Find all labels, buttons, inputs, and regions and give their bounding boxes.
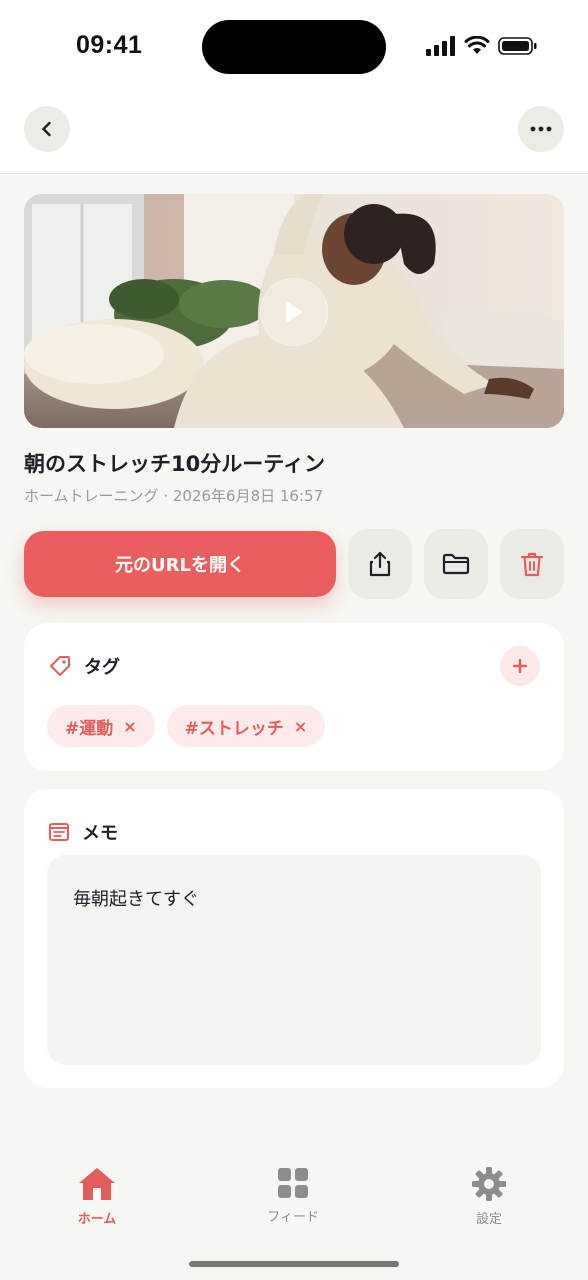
status-icons [426, 36, 538, 56]
memo-header: メモ [48, 819, 118, 845]
item-title: 朝のストレッチ10分ルーティン [24, 452, 325, 476]
tab-feed[interactable]: フィード [233, 1166, 353, 1225]
tags-card: タグ #運動 × #ストレッチ × [24, 623, 564, 771]
status-time: 09:41 [76, 31, 143, 59]
grid-icon [278, 1168, 308, 1198]
remove-tag-icon[interactable]: × [294, 717, 307, 736]
wifi-icon [464, 36, 490, 54]
battery-icon [498, 37, 537, 55]
add-tag-button[interactable] [500, 646, 540, 686]
navigation-bar [0, 94, 588, 174]
dynamic-island [202, 20, 386, 74]
item-detail-screen: 09:41 朝のストレッチ10分ルーティン ホームトレーニング · 2026年6… [0, 0, 588, 1280]
ellipsis-icon [530, 126, 552, 132]
tag-chip-list: #運動 × #ストレッチ × [47, 705, 326, 747]
tags-title: タグ [84, 657, 120, 678]
memo-text: 毎朝起きてすぐ [73, 889, 199, 910]
open-url-button[interactable]: 元のURLを開く [24, 531, 336, 597]
folder-icon [442, 553, 470, 575]
tag-chip[interactable]: #運動 × [47, 705, 155, 747]
memo-icon [49, 823, 69, 841]
tab-settings[interactable]: 設定 [429, 1166, 549, 1227]
tags-header: タグ [48, 653, 120, 679]
tab-home[interactable]: ホーム [37, 1166, 157, 1227]
tag-icon [50, 656, 70, 676]
plus-icon [512, 658, 528, 674]
item-meta: ホームトレーニング · 2026年6月8日 16:57 [24, 487, 324, 505]
memo-title: メモ [82, 823, 118, 844]
back-button[interactable] [24, 106, 70, 152]
home-indicator [189, 1261, 399, 1267]
tab-home-label: ホーム [77, 1212, 117, 1227]
gear-icon [472, 1167, 506, 1201]
signal-icon [426, 36, 455, 56]
video-thumbnail[interactable] [24, 194, 564, 428]
play-icon [286, 301, 303, 323]
tag-label: #ストレッチ [184, 718, 284, 739]
tab-feed-label: フィード [267, 1210, 319, 1225]
tag-chip[interactable]: #ストレッチ × [166, 705, 326, 747]
move-to-folder-button[interactable] [424, 529, 488, 599]
memo-textarea[interactable]: 毎朝起きてすぐ [47, 855, 541, 1065]
tag-label: #運動 [65, 718, 114, 739]
tab-settings-label: 設定 [475, 1212, 502, 1227]
status-bar: 09:41 [0, 0, 588, 94]
delete-button[interactable] [500, 529, 564, 599]
home-icon [79, 1168, 115, 1200]
chevron-left-icon [42, 121, 51, 137]
more-options-button[interactable] [518, 106, 564, 152]
remove-tag-icon[interactable]: × [123, 717, 136, 736]
memo-card: メモ 毎朝起きてすぐ [24, 789, 564, 1088]
share-button[interactable] [348, 529, 412, 599]
play-button[interactable] [260, 278, 328, 346]
share-icon [369, 551, 391, 577]
trash-icon [520, 552, 544, 577]
